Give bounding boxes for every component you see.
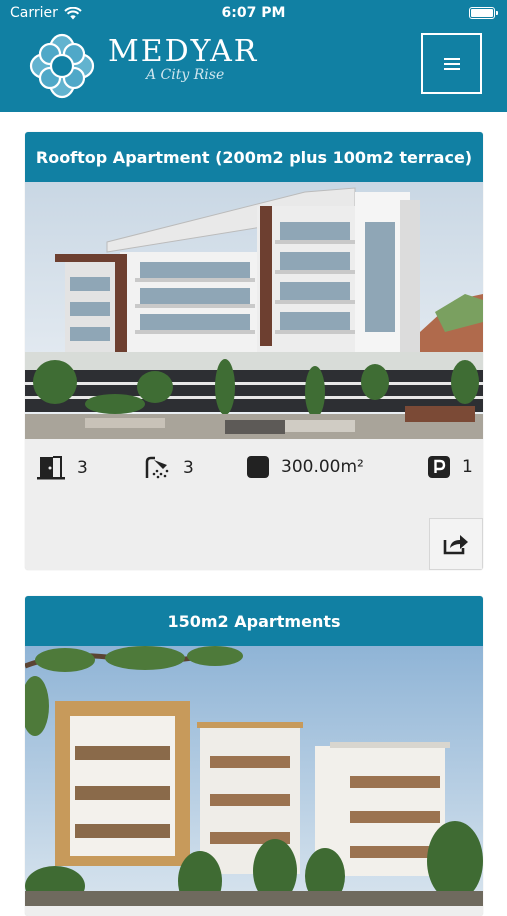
status-bar: Carrier 6:07 PM (0, 0, 507, 28)
area-feature: 300.00m² (247, 456, 364, 478)
clock: 6:07 PM (221, 5, 286, 21)
listing-photo (25, 646, 483, 906)
area-square-icon (247, 456, 269, 478)
area-value: 300.00m² (281, 457, 364, 477)
bathrooms-feature: 3 (145, 456, 194, 480)
medyar-logo (29, 33, 95, 99)
hamburger-menu-icon (443, 57, 460, 70)
parking-count: 1 (462, 457, 473, 477)
listing-title: 150m2 Apartments (25, 596, 483, 646)
listing-card[interactable]: 150m2 Apartments (25, 596, 483, 916)
door-icon (37, 456, 65, 480)
battery-icon (469, 7, 498, 19)
parking-icon (428, 456, 450, 478)
listing-title: Rooftop Apartment (200m2 plus 100m2 terr… (25, 132, 483, 182)
parking-feature: 1 (428, 456, 473, 478)
bathrooms-count: 3 (183, 458, 194, 478)
brand: MEDYAR A City Rise (108, 34, 258, 83)
shower-icon (145, 456, 169, 479)
top-navbar: MEDYAR A City Rise (0, 28, 507, 112)
bedrooms-feature: 3 (37, 456, 88, 480)
listing-features: 3 3 300.00m² 1 (25, 439, 483, 497)
brand-tagline: A City Rise (146, 67, 225, 83)
share-button[interactable] (429, 518, 483, 570)
listing-photo (25, 182, 483, 439)
share-icon (443, 535, 468, 555)
brand-name: MEDYAR (108, 34, 259, 69)
bedrooms-count: 3 (77, 458, 88, 478)
menu-button[interactable] (421, 33, 482, 94)
listing-card[interactable]: Rooftop Apartment (200m2 plus 100m2 terr… (25, 132, 483, 570)
